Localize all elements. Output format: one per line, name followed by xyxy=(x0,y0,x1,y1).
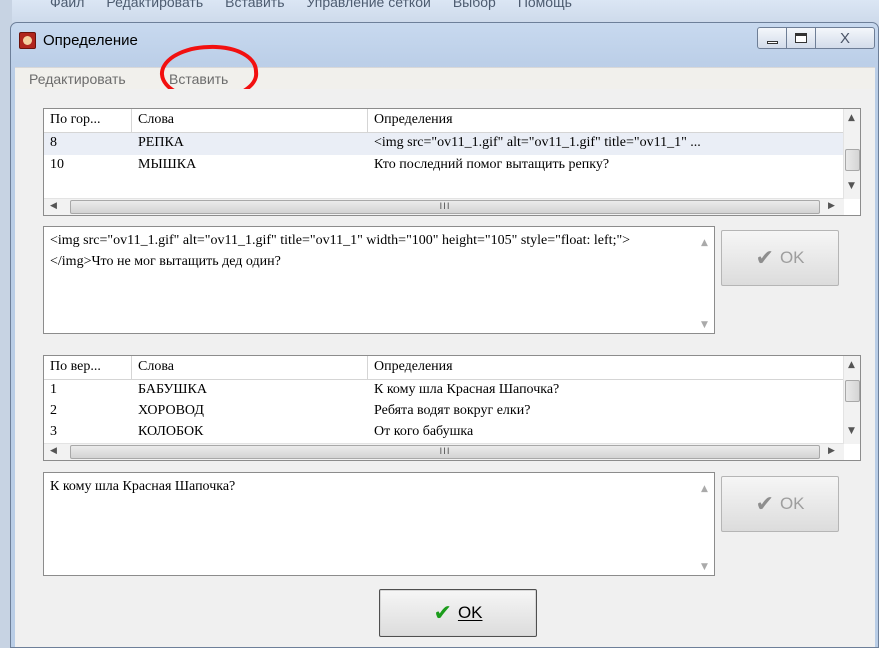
across-editor-scrollbar[interactable]: ▲ ▼ xyxy=(697,227,714,333)
scroll-right-icon[interactable]: ▶ xyxy=(828,201,835,211)
table-row[interactable]: 2 ХОРОВОД Ребята водят вокруг елки? xyxy=(44,401,848,423)
scroll-up-icon[interactable]: ▲ xyxy=(701,479,708,500)
close-icon: X xyxy=(839,29,850,47)
main-ok-button[interactable]: ✔ OK xyxy=(379,589,537,637)
column-header-number[interactable]: По вер... xyxy=(44,356,132,380)
scroll-up-icon[interactable]: ▲ xyxy=(848,360,855,370)
bg-menu-grid[interactable]: Управление сеткой xyxy=(306,0,430,10)
scroll-up-icon[interactable]: ▲ xyxy=(701,233,708,254)
menu-edit[interactable]: Редактировать xyxy=(29,71,126,87)
minimize-button[interactable] xyxy=(757,27,787,49)
ok-label: OK xyxy=(779,494,805,513)
scroll-down-icon[interactable]: ▼ xyxy=(701,557,708,575)
row-word: КОЛОБОК xyxy=(138,424,204,439)
row-definition: <img src="ov11_1.gif" alt="ov11_1.gif" t… xyxy=(374,135,701,150)
across-definition-text: <img src="ov11_1.gif" alt="ov11_1.gif" t… xyxy=(50,233,631,269)
bg-menu-select[interactable]: Выбор xyxy=(453,0,496,10)
scroll-thumb[interactable]: III xyxy=(70,445,820,459)
app-icon xyxy=(19,32,36,49)
row-word: МЫШКА xyxy=(138,157,197,172)
window-title: Определение xyxy=(43,32,138,49)
down-list-vertical-scrollbar[interactable]: ▲ ▼ xyxy=(843,356,860,444)
scroll-thumb[interactable] xyxy=(845,149,860,171)
scroll-grip-icon: III xyxy=(439,447,451,457)
across-words-list[interactable]: По гор... Слова Определения 8 РЕПКА <img… xyxy=(43,108,861,216)
scroll-down-icon[interactable]: ▼ xyxy=(848,426,855,436)
menu-bar: Редактировать Вставить xyxy=(15,67,875,89)
table-row[interactable]: 3 КОЛОБОК От кого бабушка xyxy=(44,422,848,444)
row-word: РЕПКА xyxy=(138,135,184,150)
checkmark-icon: ✔ xyxy=(755,491,774,516)
scroll-grip-icon: III xyxy=(439,202,451,212)
close-button[interactable]: X xyxy=(815,27,875,49)
bg-menu-help[interactable]: Помощь xyxy=(518,0,572,10)
across-list-vertical-scrollbar[interactable]: ▲ ▼ xyxy=(843,109,860,199)
table-row[interactable]: 10 МЫШКА Кто последний помог вытащить ре… xyxy=(44,155,848,177)
scroll-thumb[interactable] xyxy=(845,380,860,402)
scroll-up-icon[interactable]: ▲ xyxy=(848,113,855,123)
down-editor-scrollbar[interactable]: ▲ ▼ xyxy=(697,473,714,575)
row-word: ХОРОВОД xyxy=(138,403,204,418)
across-list-header: По гор... Слова Определения xyxy=(44,109,848,133)
background-menu: Файл Редактировать Вставить Управление с… xyxy=(50,0,572,10)
column-header-words[interactable]: Слова xyxy=(132,109,368,133)
down-definition-editor[interactable]: К кому шла Красная Шапочка? ▲ ▼ xyxy=(43,472,715,576)
column-header-definitions[interactable]: Определения xyxy=(368,356,848,380)
bg-menu-insert[interactable]: Вставить xyxy=(225,0,284,10)
row-definition: От кого бабушка xyxy=(374,424,474,439)
down-list-horizontal-scrollbar[interactable]: ◀ III ▶ xyxy=(44,443,844,460)
column-header-definitions[interactable]: Определения xyxy=(368,109,848,133)
row-definition: Кто последний помог вытащить репку? xyxy=(374,157,610,172)
column-header-number[interactable]: По гор... xyxy=(44,109,132,133)
down-ok-button[interactable]: ✔ OK xyxy=(721,476,839,532)
down-definition-text: К кому шла Красная Шапочка? xyxy=(50,479,236,494)
bg-menu-file[interactable]: Файл xyxy=(50,0,84,10)
row-number: 2 xyxy=(50,403,57,418)
table-row[interactable]: 8 РЕПКА <img src="ov11_1.gif" alt="ov11_… xyxy=(44,133,848,155)
menu-insert[interactable]: Вставить xyxy=(169,71,228,87)
dialog-client-area: По гор... Слова Определения 8 РЕПКА <img… xyxy=(15,89,875,647)
row-definition: К кому шла Красная Шапочка? xyxy=(374,382,560,397)
ok-label: OK xyxy=(779,248,805,267)
minimize-icon xyxy=(766,40,778,44)
maximize-icon xyxy=(795,33,807,43)
row-number: 3 xyxy=(50,424,57,439)
checkmark-icon: ✔ xyxy=(755,245,774,270)
row-word: БАБУШКА xyxy=(138,382,207,397)
row-number: 10 xyxy=(50,157,64,172)
ok-label: OK xyxy=(457,603,483,622)
maximize-button[interactable] xyxy=(786,27,816,49)
across-list-horizontal-scrollbar[interactable]: ◀ III ▶ xyxy=(44,198,844,215)
row-number: 8 xyxy=(50,135,57,150)
scroll-down-icon[interactable]: ▼ xyxy=(848,181,855,191)
down-list-header: По вер... Слова Определения xyxy=(44,356,848,380)
across-ok-button[interactable]: ✔ OK xyxy=(721,230,839,286)
scroll-left-icon[interactable]: ◀ xyxy=(50,446,57,456)
title-bar[interactable]: Определение X xyxy=(11,23,878,57)
bg-menu-edit[interactable]: Редактировать xyxy=(106,0,203,10)
table-row[interactable]: 1 БАБУШКА К кому шла Красная Шапочка? xyxy=(44,380,848,402)
down-words-list[interactable]: По вер... Слова Определения 1 БАБУШКА К … xyxy=(43,355,861,461)
definition-dialog: Определение X Редактировать Вставить По … xyxy=(10,22,879,648)
scroll-down-icon[interactable]: ▼ xyxy=(701,315,708,333)
row-number: 1 xyxy=(50,382,57,397)
scroll-thumb[interactable]: III xyxy=(70,200,820,214)
column-header-words[interactable]: Слова xyxy=(132,356,368,380)
row-definition: Ребята водят вокруг елки? xyxy=(374,403,531,418)
scroll-left-icon[interactable]: ◀ xyxy=(50,201,57,211)
checkmark-icon: ✔ xyxy=(433,600,452,625)
scroll-right-icon[interactable]: ▶ xyxy=(828,446,835,456)
across-definition-editor[interactable]: <img src="ov11_1.gif" alt="ov11_1.gif" t… xyxy=(43,226,715,334)
